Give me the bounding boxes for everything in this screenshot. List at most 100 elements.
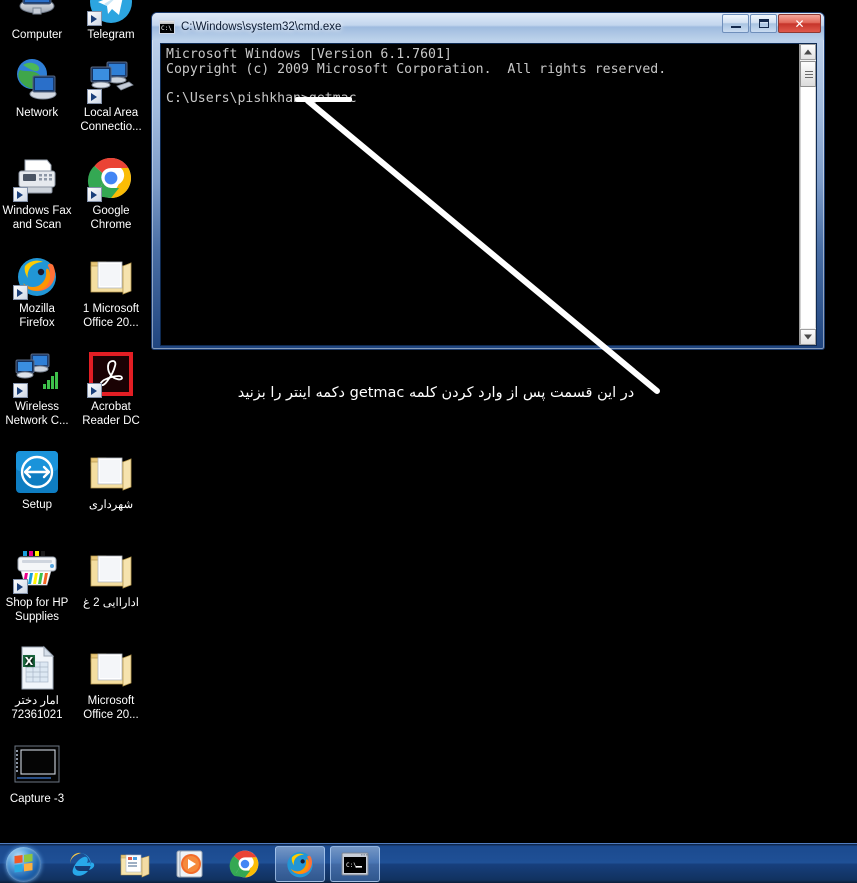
annotation-underline bbox=[295, 97, 352, 102]
desktop-icon-amar-dokhtar-spreadsheet[interactable]: X امار دختر 72361021 bbox=[0, 644, 74, 722]
scroll-down-arrow-glyph bbox=[804, 334, 812, 340]
annotation-text: در این قسمت پس از وارد کردن کلمه getmac … bbox=[237, 385, 635, 401]
taskbar-button-list: C:\ bbox=[50, 845, 380, 882]
desktop-icon-windows-fax-and-scan[interactable]: Windows Fax and Scan bbox=[0, 154, 74, 232]
computer-icon bbox=[13, 0, 61, 26]
shortcut-arrow-icon bbox=[87, 187, 102, 202]
teamviewer-setup-icon bbox=[13, 448, 61, 496]
desktop-icon-capture-3[interactable]: Capture -3 bbox=[0, 742, 74, 807]
firefox-icon bbox=[13, 252, 61, 300]
taskbar-button-mozilla-firefox[interactable] bbox=[275, 845, 325, 882]
desktop-screen: Computer Telegram Network Local Area Con… bbox=[0, 0, 857, 883]
network-connection-icon bbox=[87, 56, 135, 104]
desktop-icon-microsoft-office-folder-1[interactable]: 1 Microsoft Office 20... bbox=[74, 252, 148, 330]
folder-icon bbox=[87, 546, 135, 594]
fax-scanner-icon bbox=[13, 154, 61, 202]
desktop-icon-shop-for-hp-supplies[interactable]: Shop for HP Supplies bbox=[0, 546, 74, 624]
desktop-icon-telegram[interactable]: Telegram bbox=[74, 0, 148, 43]
scroll-up-arrow-glyph bbox=[804, 49, 812, 55]
desktop-icon-label: Windows Fax and Scan bbox=[2, 205, 72, 231]
hp-printer-icon bbox=[13, 546, 61, 594]
desktop-icon-label: Computer bbox=[11, 29, 63, 41]
windows-logo-glyph bbox=[14, 853, 33, 872]
media-player-icon bbox=[174, 848, 206, 880]
taskbar-button-command-prompt[interactable]: C:\ bbox=[330, 845, 380, 882]
desktop-icon-network[interactable]: Network bbox=[0, 56, 74, 121]
window-title: C:\Windows\system32\cmd.exe bbox=[181, 20, 342, 33]
chrome-icon bbox=[229, 848, 261, 880]
start-button[interactable] bbox=[3, 845, 50, 883]
shortcut-arrow-icon bbox=[13, 187, 28, 202]
scroll-down-icon[interactable] bbox=[800, 329, 816, 345]
desktop-icon-label: Telegram bbox=[87, 29, 135, 41]
taskbar-button-windows-media-player[interactable] bbox=[165, 846, 215, 882]
desktop-icon-computer[interactable]: Computer bbox=[0, 0, 74, 43]
minimize-button[interactable] bbox=[722, 14, 749, 33]
close-button[interactable]: ✕ bbox=[778, 14, 821, 33]
console-icon bbox=[159, 19, 175, 34]
desktop-icon-label: شهرداری bbox=[88, 499, 134, 511]
desktop-icon-mozilla-firefox[interactable]: Mozilla Firefox bbox=[0, 252, 74, 330]
desktop-icon-acrobat-reader-dc[interactable]: Acrobat Reader DC bbox=[74, 350, 148, 428]
folder-icon bbox=[87, 252, 135, 300]
desktop-icon-label: Wireless Network C... bbox=[5, 401, 69, 427]
desktop-icon-label: Setup bbox=[21, 499, 53, 511]
maximize-icon bbox=[759, 19, 769, 28]
close-icon: ✕ bbox=[794, 16, 805, 31]
desktop-icon-label: اداراایی 2 غ bbox=[83, 597, 139, 609]
console-client-area[interactable]: Microsoft Windows [Version 6.1.7601] Cop… bbox=[160, 43, 817, 346]
desktop-icon-label: 1 Microsoft Office 20... bbox=[82, 303, 140, 329]
folder-explorer-icon bbox=[119, 848, 151, 880]
taskbar-button-windows-explorer[interactable] bbox=[110, 846, 160, 882]
desktop-icon-wireless-network-connection[interactable]: Wireless Network C... bbox=[0, 350, 74, 428]
window-controls: ✕ bbox=[722, 14, 821, 33]
console-scrollbar[interactable] bbox=[799, 44, 816, 345]
desktop-icon-google-chrome[interactable]: Google Chrome bbox=[74, 154, 148, 232]
desktop-icon-edarayi-folder[interactable]: اداراایی 2 غ bbox=[74, 546, 148, 611]
desktop-icon-microsoft-office-folder-2[interactable]: Microsoft Office 20... bbox=[74, 644, 148, 722]
desktop-icon-label: Microsoft Office 20... bbox=[83, 695, 139, 721]
desktop-icon-label: Mozilla Firefox bbox=[19, 303, 55, 329]
folder-icon bbox=[87, 644, 135, 692]
desktop-icon-local-area-connection[interactable]: Local Area Connectio... bbox=[74, 56, 148, 134]
taskbar-button-google-chrome[interactable] bbox=[220, 846, 270, 882]
telegram-icon bbox=[87, 0, 135, 26]
excel-file-icon: X bbox=[13, 644, 61, 692]
firefox-icon bbox=[284, 848, 316, 880]
network-globe-icon bbox=[13, 56, 61, 104]
desktop-icon-grid: Computer Telegram Network Local Area Con… bbox=[0, 0, 160, 843]
desktop-icon-label: Shop for HP Supplies bbox=[5, 597, 69, 623]
maximize-button[interactable] bbox=[750, 14, 777, 33]
windows-orb-icon bbox=[6, 846, 41, 882]
shortcut-arrow-icon bbox=[13, 285, 28, 300]
shortcut-arrow-icon bbox=[13, 579, 28, 594]
scrollbar-thumb[interactable] bbox=[800, 61, 816, 87]
taskbar[interactable]: C:\ bbox=[0, 843, 857, 883]
scrollbar-track[interactable] bbox=[800, 87, 816, 328]
scroll-up-icon[interactable] bbox=[800, 44, 816, 60]
shortcut-arrow-icon bbox=[13, 383, 28, 398]
desktop-icon-label: Acrobat Reader DC bbox=[82, 401, 140, 427]
desktop-icon-label: Local Area Connectio... bbox=[80, 107, 142, 133]
console-output-text: Microsoft Windows [Version 6.1.7601] Cop… bbox=[166, 47, 667, 106]
taskbar-button-internet-explorer[interactable] bbox=[55, 846, 105, 882]
shortcut-arrow-icon bbox=[87, 11, 102, 26]
screenshot-thumb-icon bbox=[13, 742, 61, 790]
desktop-icon-setup[interactable]: Setup bbox=[0, 448, 74, 513]
desktop-icon-shahrdari-folder[interactable]: شهرداری bbox=[74, 448, 148, 513]
wireless-network-icon bbox=[13, 350, 61, 398]
svg-text:X: X bbox=[25, 655, 34, 668]
window-titlebar[interactable]: C:\Windows\system32\cmd.exe ✕ bbox=[152, 13, 824, 40]
shortcut-arrow-icon bbox=[87, 89, 102, 104]
minimize-icon bbox=[731, 26, 741, 28]
desktop-icon-label: امار دختر 72361021 bbox=[11, 695, 63, 721]
folder-icon bbox=[87, 448, 135, 496]
svg-text:C:\: C:\ bbox=[346, 862, 357, 869]
console-icon: C:\ bbox=[339, 848, 371, 880]
desktop-icon-label: Google Chrome bbox=[90, 205, 132, 231]
command-prompt-window[interactable]: C:\Windows\system32\cmd.exe ✕ Microsoft … bbox=[151, 12, 825, 350]
shortcut-arrow-icon bbox=[87, 383, 102, 398]
acrobat-reader-icon bbox=[87, 350, 135, 398]
chrome-icon bbox=[87, 154, 135, 202]
internet-explorer-icon bbox=[64, 848, 96, 880]
